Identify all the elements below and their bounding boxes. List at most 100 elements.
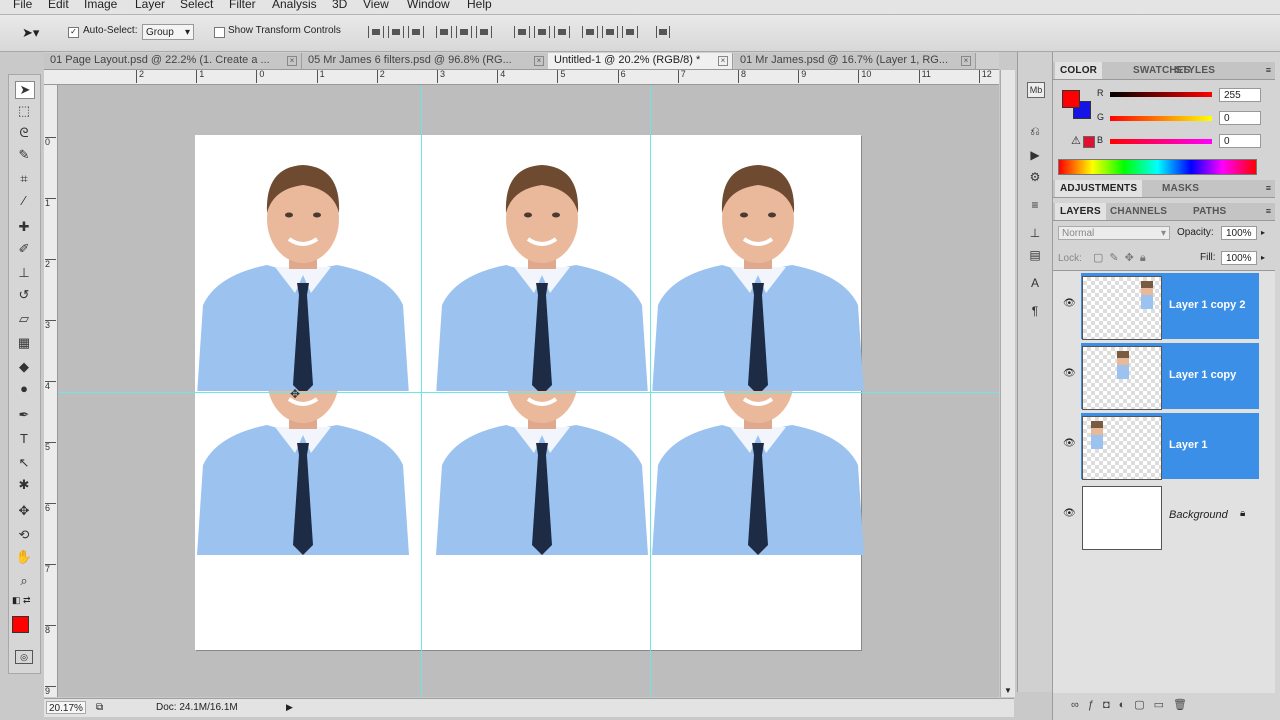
menu-image[interactable]: Image	[84, 0, 117, 11]
blur-tool-icon[interactable]: ◆	[15, 359, 33, 375]
status-info-icon[interactable]: ⧉	[96, 702, 103, 713]
layer-name[interactable]: Layer 1 copy	[1169, 369, 1236, 381]
menu-view[interactable]: View	[363, 0, 389, 11]
close-icon[interactable]: ×	[718, 56, 728, 66]
dodge-tool-icon[interactable]: ●	[15, 381, 33, 397]
clone-source-icon[interactable]: ⊥	[1027, 226, 1043, 240]
opacity-arrow-icon[interactable]: ▸	[1261, 228, 1265, 237]
close-icon[interactable]: ×	[534, 56, 544, 66]
horizontal-guide[interactable]	[58, 392, 999, 393]
tab-paths[interactable]: PATHS	[1188, 203, 1231, 220]
foreground-color[interactable]	[1062, 90, 1080, 108]
distribute-bottom-icon[interactable]	[554, 26, 570, 38]
auto-select-checkbox[interactable]: ✓	[68, 26, 79, 38]
layer-row-layer-1[interactable]: 👁︎ Layer 1	[1063, 413, 1259, 480]
menu-select[interactable]: Select	[180, 0, 213, 11]
history-brush-tool-icon[interactable]: ↺	[15, 287, 33, 303]
tool-presets-icon[interactable]: ⚙	[1027, 170, 1043, 184]
move-tool-preset-icon[interactable]: ➤▾	[22, 25, 39, 41]
quick-mask-icon[interactable]: ◎	[15, 650, 33, 664]
eye-icon[interactable]: 👁︎	[1063, 509, 1076, 519]
menu-file[interactable]: File	[13, 0, 32, 11]
distribute-vcenter-icon[interactable]	[534, 26, 550, 38]
menu-filter[interactable]: Filter	[229, 0, 256, 11]
foreground-color-swatch[interactable]	[12, 616, 29, 633]
lasso-tool-icon[interactable]: ᘓ	[15, 125, 33, 141]
shape-tool-icon[interactable]: ✱	[15, 477, 33, 493]
layer-name[interactable]: Layer 1 copy 2	[1169, 299, 1245, 311]
hand-tool-icon[interactable]: ✋	[15, 549, 33, 565]
tab-channels[interactable]: CHANNELS	[1105, 203, 1172, 220]
tab-mr-james[interactable]: 01 Mr James.psd @ 16.7% (Layer 1, RG... ×	[734, 53, 976, 69]
g-slider[interactable]	[1110, 116, 1212, 121]
tab-styles[interactable]: STYLES	[1170, 62, 1220, 79]
layer-name[interactable]: Layer 1	[1169, 439, 1208, 451]
3d-rotate-tool-icon[interactable]: ✥	[15, 503, 33, 519]
tab-masks[interactable]: MASKS	[1157, 180, 1204, 197]
eye-icon[interactable]: 👁︎	[1063, 369, 1076, 379]
close-icon[interactable]: ×	[287, 56, 297, 66]
color-ramp[interactable]	[1058, 159, 1257, 175]
gradient-tool-icon[interactable]: ▦	[15, 335, 33, 351]
menu-edit[interactable]: Edit	[48, 0, 69, 11]
tab-page-layout[interactable]: 01 Page Layout.psd @ 22.2% (1. Create a …	[44, 53, 302, 69]
menu-window[interactable]: Window	[407, 0, 450, 11]
auto-select-dropdown[interactable]: Group ▾	[142, 24, 194, 40]
show-transform-checkbox[interactable]	[214, 26, 225, 38]
align-left-icon[interactable]	[436, 26, 452, 38]
paragraph-styles-icon[interactable]: ▤	[1027, 248, 1043, 262]
clone-stamp-tool-icon[interactable]: ⊥	[15, 265, 33, 281]
layer-row-copy[interactable]: 👁︎ Layer 1 copy	[1063, 343, 1259, 410]
distribute-right-icon[interactable]	[622, 26, 638, 38]
tab-color[interactable]: COLOR	[1055, 62, 1103, 79]
brush-presets-icon[interactable]: ≡	[1027, 198, 1043, 212]
align-top-icon[interactable]	[368, 26, 384, 38]
distribute-left-icon[interactable]	[582, 26, 598, 38]
menu-help[interactable]: Help	[467, 0, 492, 11]
3d-orbit-tool-icon[interactable]: ⟲	[15, 527, 33, 543]
opacity-field[interactable]: 100%	[1221, 226, 1257, 240]
distribute-top-icon[interactable]	[514, 26, 530, 38]
tab-mr-james-filters[interactable]: 05 Mr James 6 filters.psd @ 96.8% (RG...…	[302, 53, 549, 69]
status-menu-arrow-icon[interactable]: ▶	[286, 702, 293, 713]
b-slider[interactable]	[1110, 139, 1212, 144]
close-icon[interactable]: ×	[961, 56, 971, 66]
zoom-field[interactable]: 20.17%	[46, 701, 86, 714]
move-tool-icon[interactable]: ➤	[15, 81, 35, 99]
align-vcenter-icon[interactable]	[388, 26, 404, 38]
quick-select-tool-icon[interactable]: ✎	[15, 147, 33, 163]
blend-mode-dropdown[interactable]: Normal ▾	[1058, 226, 1170, 240]
crop-tool-icon[interactable]: ⌗	[15, 171, 33, 187]
layer-row-copy-2[interactable]: 👁︎ Layer 1 copy 2	[1063, 273, 1259, 340]
g-value-field[interactable]: 0	[1219, 111, 1261, 125]
align-hcenter-icon[interactable]	[456, 26, 472, 38]
eyedropper-tool-icon[interactable]: ⁄	[15, 193, 33, 209]
marquee-tool-icon[interactable]: ⬚	[15, 103, 33, 119]
path-select-tool-icon[interactable]: ↖	[15, 455, 33, 471]
default-colors-icon[interactable]: ◧ ⇄	[12, 595, 31, 606]
brush-tool-icon[interactable]: ✐	[15, 241, 33, 257]
vertical-guide[interactable]	[650, 85, 651, 697]
eye-icon[interactable]: 👁︎	[1063, 439, 1076, 449]
type-tool-icon[interactable]: T	[15, 431, 33, 447]
eye-icon[interactable]: 👁︎	[1063, 299, 1076, 309]
healing-brush-tool-icon[interactable]: ✚	[15, 219, 33, 235]
layers-footer-icons[interactable]: ∞ƒ◘◐▢▭🗑︎	[1071, 698, 1196, 711]
tab-layers[interactable]: LAYERS	[1055, 203, 1106, 220]
zoom-tool-icon[interactable]: ⌕	[15, 573, 33, 589]
fill-field[interactable]: 100%	[1221, 251, 1257, 265]
menu-3d[interactable]: 3D	[332, 0, 347, 11]
mini-bridge-icon[interactable]: Mb	[1027, 82, 1045, 98]
actions-icon[interactable]: ▶	[1027, 148, 1043, 162]
vertical-guide[interactable]	[421, 85, 422, 697]
menu-analysis[interactable]: Analysis	[272, 0, 317, 11]
layer-row-background[interactable]: 👁︎ Background 🔒︎	[1063, 483, 1259, 550]
pen-tool-icon[interactable]: ✒	[15, 407, 33, 423]
character-icon[interactable]: A	[1027, 276, 1043, 290]
history-icon[interactable]: ⎌	[1027, 124, 1043, 138]
panel-menu-icon[interactable]: ≡	[1266, 206, 1271, 216]
fill-arrow-icon[interactable]: ▸	[1261, 253, 1265, 262]
layer-name[interactable]: Background	[1169, 509, 1228, 521]
vertical-scrollbar[interactable]: ▼	[1000, 70, 1015, 697]
warning-icon[interactable]: ⚠	[1071, 134, 1081, 147]
